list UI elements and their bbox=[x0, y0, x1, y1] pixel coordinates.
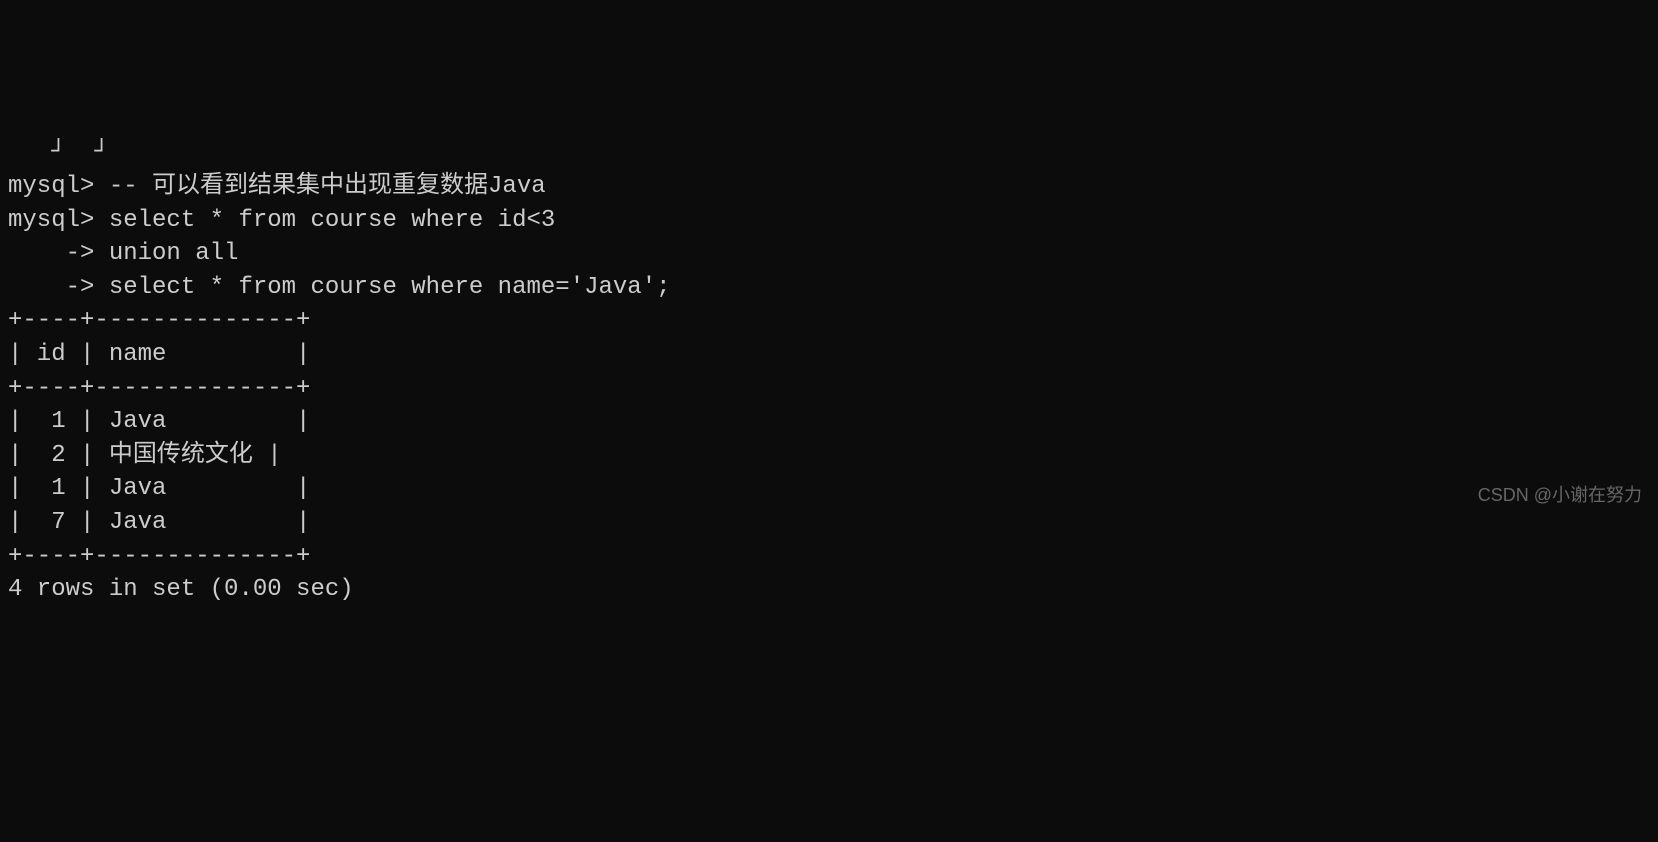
table-border: +----+--------------+ bbox=[8, 372, 1650, 406]
terminal-line-partial: ┘ ┘ bbox=[8, 136, 1650, 170]
table-row: | 1 | Java | bbox=[8, 405, 1650, 439]
watermark: CSDN @小谢在努力 bbox=[1478, 483, 1642, 508]
terminal-line: mysql> -- 可以看到结果集中出现重复数据Java bbox=[8, 170, 1650, 204]
status-line: 4 rows in set (0.00 sec) bbox=[8, 573, 1650, 607]
table-row: | 7 | Java | bbox=[8, 506, 1650, 540]
table-header: | id | name | bbox=[8, 338, 1650, 372]
table-border: +----+--------------+ bbox=[8, 304, 1650, 338]
table-row: | 1 | Java | bbox=[8, 472, 1650, 506]
table-row: | 2 | 中国传统文化 | bbox=[8, 439, 1650, 473]
terminal-line: mysql> select * from course where id<3 bbox=[8, 204, 1650, 238]
terminal-output: ┘ ┘mysql> -- 可以看到结果集中出现重复数据Javamysql> se… bbox=[8, 136, 1650, 606]
terminal-line: -> union all bbox=[8, 237, 1650, 271]
table-border: +----+--------------+ bbox=[8, 540, 1650, 574]
terminal-line: -> select * from course where name='Java… bbox=[8, 271, 1650, 305]
